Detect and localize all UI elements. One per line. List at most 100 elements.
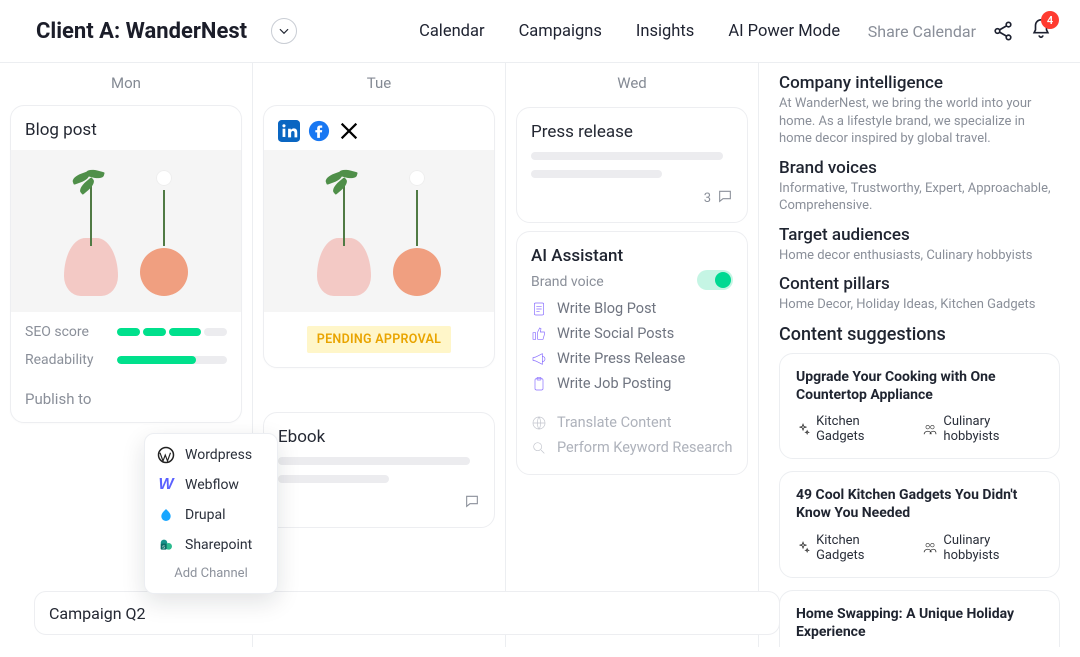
card-title: Press release (531, 122, 733, 142)
brand-voices-heading: Brand voices (779, 158, 1060, 178)
social-channels (278, 120, 480, 142)
content-pillars-heading: Content pillars (779, 274, 1060, 294)
ai-assistant-card: AI Assistant Brand voice Write Blog Post… (516, 231, 748, 475)
notifications-button[interactable]: 4 (1030, 18, 1052, 44)
thumbnail-image (11, 150, 241, 312)
option-label: Sharepoint (185, 537, 252, 553)
pillar-tag: Kitchen Gadgets (796, 533, 905, 563)
company-intelligence-heading: Company intelligence (779, 73, 1060, 93)
megaphone-icon (531, 351, 547, 367)
suggestion-card[interactable]: Upgrade Your Cooking with One Countertop… (779, 353, 1060, 459)
content-suggestions-heading: Content suggestions (779, 324, 1060, 345)
share-calendar-link[interactable]: Share Calendar (868, 22, 976, 41)
nav-insights[interactable]: Insights (636, 22, 694, 41)
skeleton-line (278, 475, 389, 483)
skeleton-line (531, 170, 662, 178)
ai-item-label: Write Social Posts (557, 325, 674, 342)
main-nav: Calendar Campaigns Insights AI Power Mod… (419, 22, 840, 41)
press-release-card[interactable]: Press release 3 (516, 107, 748, 223)
brand-voice-toggle[interactable] (697, 270, 733, 290)
chevron-down-icon (278, 25, 290, 37)
intelligence-sidebar: Company intelligence At WanderNest, we b… (759, 63, 1080, 647)
ai-write-job[interactable]: Write Job Posting (531, 375, 733, 392)
audience-tag: Culinary hobbyists (923, 533, 1043, 563)
social-post-card[interactable]: PENDING APPROVAL (263, 105, 495, 368)
ai-item-label: Translate Content (557, 414, 671, 431)
day-header-tue: Tue (253, 67, 505, 99)
svg-text:S: S (162, 544, 165, 549)
ai-write-social[interactable]: Write Social Posts (531, 325, 733, 342)
option-label: Drupal (185, 507, 226, 523)
ai-item-label: Perform Keyword Research (557, 439, 732, 456)
publish-option-drupal[interactable]: Drupal (145, 500, 277, 530)
users-icon (923, 540, 937, 555)
facebook-icon (308, 120, 330, 142)
day-header-wed: Wed (506, 67, 758, 99)
publish-option-sharepoint[interactable]: S Sharepoint (145, 530, 277, 560)
ai-keyword[interactable]: Perform Keyword Research (531, 439, 733, 456)
comment-icon (717, 188, 733, 208)
seo-label: SEO score (25, 324, 109, 340)
thumbnail-image (264, 150, 494, 312)
client-title: Client A: WanderNest (36, 19, 247, 44)
card-title: Blog post (25, 120, 227, 140)
target-audiences-text: Home decor enthusiasts, Culinary hobbyis… (779, 247, 1060, 265)
option-label: Wordpress (185, 447, 252, 463)
card-title: Ebook (278, 427, 480, 447)
ai-item-label: Write Job Posting (557, 375, 671, 392)
nav-campaigns[interactable]: Campaigns (519, 22, 602, 41)
suggestion-title: 49 Cool Kitchen Gadgets You Didn't Know … (796, 486, 1043, 522)
comment-icon[interactable] (464, 493, 480, 513)
suggestion-card[interactable]: Home Swapping: A Unique Holiday Experien… (779, 590, 1060, 647)
globe-icon (531, 415, 547, 431)
nav-calendar[interactable]: Calendar (419, 22, 484, 41)
wordpress-icon (157, 446, 175, 464)
blog-post-card[interactable]: Blog post SEO score Readability Publish … (10, 105, 242, 423)
comment-count[interactable]: 3 (531, 188, 733, 208)
publish-dropdown: Wordpress W Webflow Drupal S Sharepoint … (144, 433, 278, 594)
campaign-label: Campaign Q2 (49, 604, 146, 623)
linkedin-icon (278, 120, 300, 142)
suggestion-title: Home Swapping: A Unique Holiday Experien… (796, 605, 1043, 641)
pending-approval-badge: PENDING APPROVAL (307, 326, 452, 353)
publish-option-wordpress[interactable]: Wordpress (145, 440, 277, 470)
suggestion-card[interactable]: 49 Cool Kitchen Gadgets You Didn't Know … (779, 471, 1060, 577)
client-switcher[interactable] (271, 18, 297, 44)
notification-badge: 4 (1041, 11, 1059, 29)
seo-score-row: SEO score (25, 324, 227, 340)
header: Client A: WanderNest Calendar Campaigns … (0, 0, 1080, 62)
readability-row: Readability (25, 352, 227, 368)
add-channel-link[interactable]: Add Channel (145, 560, 277, 587)
sharepoint-icon: S (157, 536, 175, 554)
column-tue: Tue PENDING APPROVAL Ebook (253, 63, 506, 647)
pillar-tag: Kitchen Gadgets (796, 414, 905, 444)
drupal-icon (157, 506, 175, 524)
publish-option-webflow[interactable]: W Webflow (145, 470, 277, 500)
ai-item-label: Write Blog Post (557, 300, 656, 317)
webflow-icon: W (157, 476, 175, 494)
campaign-bar[interactable]: Campaign Q2 (34, 591, 780, 635)
target-audiences-heading: Target audiences (779, 225, 1060, 245)
doc-icon (531, 301, 547, 317)
x-icon (338, 120, 360, 142)
skeleton-line (278, 457, 470, 465)
audience-tag: Culinary hobbyists (923, 414, 1043, 444)
skeleton-line (531, 152, 723, 160)
ai-write-press[interactable]: Write Press Release (531, 350, 733, 367)
search-icon (531, 440, 547, 456)
brand-voice-label: Brand voice (531, 274, 604, 290)
users-icon (923, 422, 937, 437)
column-wed: Wed Press release 3 AI Assistant Brand v… (506, 63, 759, 647)
day-header-mon: Mon (0, 67, 252, 99)
ai-translate[interactable]: Translate Content (531, 414, 733, 431)
share-icon[interactable] (992, 20, 1014, 42)
option-label: Webflow (185, 477, 239, 493)
clipboard-icon (531, 376, 547, 392)
nav-ai-power[interactable]: AI Power Mode (728, 22, 840, 41)
sparkle-icon (796, 422, 810, 437)
ai-assistant-title: AI Assistant (531, 246, 623, 266)
ebook-card[interactable]: Ebook (263, 412, 495, 528)
publish-to-label: Publish to (25, 390, 227, 408)
ai-write-blog[interactable]: Write Blog Post (531, 300, 733, 317)
thumbs-up-icon (531, 326, 547, 342)
